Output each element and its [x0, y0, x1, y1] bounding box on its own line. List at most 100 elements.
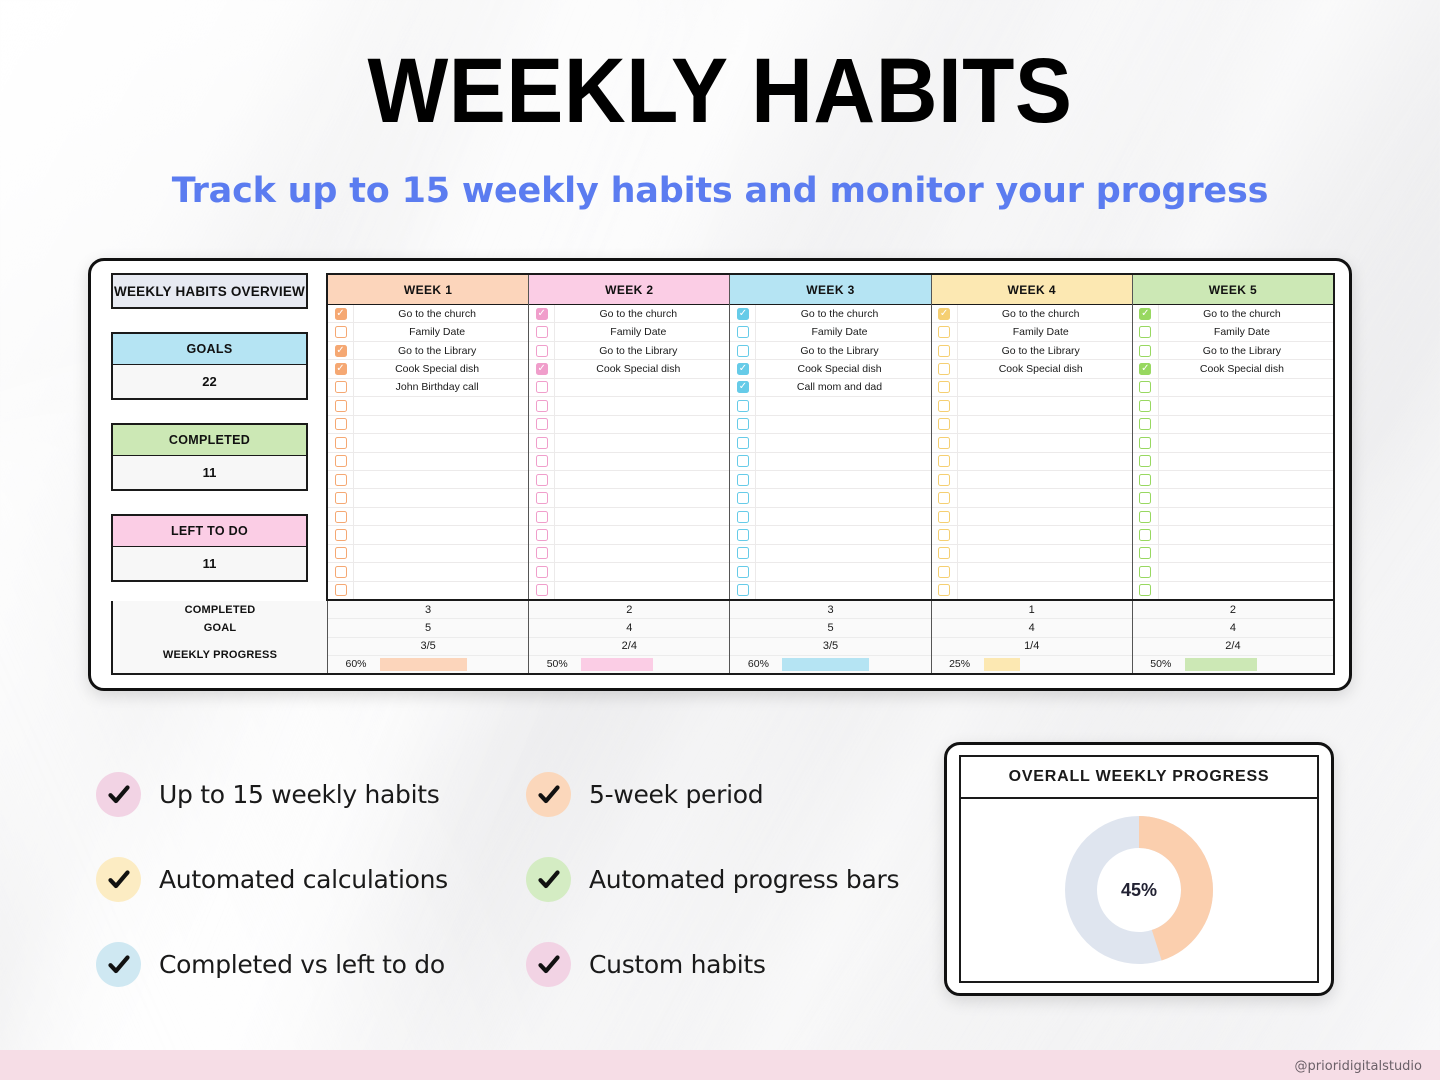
checkbox-checked-icon[interactable]: ✓ [736, 307, 749, 320]
checkbox-empty-icon[interactable] [1139, 418, 1152, 431]
habit-checkbox-cell[interactable]: ✓ [529, 360, 556, 378]
checkbox-empty-icon[interactable] [938, 344, 951, 357]
checkbox-empty-icon[interactable] [1139, 381, 1152, 394]
habit-checkbox-cell[interactable] [730, 581, 757, 599]
checkbox-empty-icon[interactable] [535, 344, 548, 357]
habit-checkbox-cell[interactable] [1133, 526, 1159, 544]
checkbox-empty-icon[interactable] [535, 528, 548, 541]
habit-checkbox-cell[interactable] [529, 544, 556, 563]
habit-checkbox-cell[interactable] [328, 544, 354, 563]
habit-checkbox-cell[interactable] [529, 489, 556, 507]
habit-label[interactable]: Go to the church [756, 308, 930, 320]
habit-checkbox-cell[interactable] [529, 397, 556, 415]
checkbox-empty-icon[interactable] [334, 492, 347, 505]
habit-checkbox-cell[interactable] [730, 323, 757, 341]
checkbox-empty-icon[interactable] [535, 326, 548, 339]
habit-checkbox-cell[interactable] [529, 378, 556, 397]
habit-checkbox-cell[interactable] [932, 397, 958, 415]
habit-checkbox-cell[interactable] [932, 581, 958, 599]
habit-checkbox-cell[interactable] [730, 434, 757, 452]
habit-checkbox-cell[interactable] [932, 489, 958, 507]
habit-checkbox-cell[interactable] [529, 434, 556, 452]
checkbox-empty-icon[interactable] [938, 326, 951, 339]
habit-label[interactable]: Family Date [958, 326, 1132, 338]
checkbox-empty-icon[interactable] [1139, 399, 1152, 412]
habit-label[interactable]: Call mom and dad [756, 381, 930, 393]
checkbox-empty-icon[interactable] [736, 455, 749, 468]
checkbox-empty-icon[interactable] [535, 510, 548, 523]
habit-checkbox-cell[interactable] [328, 378, 354, 397]
habit-label[interactable]: Go to the Library [555, 345, 729, 357]
habit-checkbox-cell[interactable] [529, 341, 556, 360]
habit-checkbox-cell[interactable] [730, 563, 757, 581]
checkbox-empty-icon[interactable] [1139, 344, 1152, 357]
habit-label[interactable]: Go to the church [1159, 308, 1333, 320]
checkbox-empty-icon[interactable] [334, 547, 347, 560]
habit-checkbox-cell[interactable] [1133, 323, 1159, 341]
habit-checkbox-cell[interactable] [1133, 415, 1159, 434]
checkbox-empty-icon[interactable] [535, 547, 548, 560]
checkbox-empty-icon[interactable] [1139, 584, 1152, 597]
checkbox-empty-icon[interactable] [938, 455, 951, 468]
checkbox-empty-icon[interactable] [938, 473, 951, 486]
habit-checkbox-cell[interactable] [328, 526, 354, 544]
habit-checkbox-cell[interactable] [328, 323, 354, 341]
checkbox-empty-icon[interactable] [1139, 455, 1152, 468]
checkbox-empty-icon[interactable] [334, 528, 347, 541]
habit-checkbox-cell[interactable]: ✓ [730, 305, 757, 323]
checkbox-empty-icon[interactable] [334, 436, 347, 449]
checkbox-checked-icon[interactable]: ✓ [334, 344, 347, 357]
habit-label[interactable]: Cook Special dish [555, 363, 729, 375]
checkbox-checked-icon[interactable]: ✓ [334, 307, 347, 320]
habit-checkbox-cell[interactable] [529, 581, 556, 599]
habit-checkbox-cell[interactable] [932, 563, 958, 581]
checkbox-empty-icon[interactable] [334, 399, 347, 412]
checkbox-empty-icon[interactable] [938, 363, 951, 376]
habit-checkbox-cell[interactable] [730, 397, 757, 415]
habit-checkbox-cell[interactable] [932, 378, 958, 397]
habit-checkbox-cell[interactable] [328, 452, 354, 470]
habit-label[interactable]: Cook Special dish [756, 363, 930, 375]
habit-checkbox-cell[interactable] [1133, 434, 1159, 452]
checkbox-empty-icon[interactable] [334, 510, 347, 523]
checkbox-empty-icon[interactable] [535, 455, 548, 468]
checkbox-checked-icon[interactable]: ✓ [938, 307, 951, 320]
habit-checkbox-cell[interactable]: ✓ [1133, 305, 1159, 323]
habit-checkbox-cell[interactable] [1133, 507, 1159, 526]
checkbox-empty-icon[interactable] [736, 547, 749, 560]
checkbox-empty-icon[interactable] [1139, 492, 1152, 505]
checkbox-empty-icon[interactable] [736, 344, 749, 357]
habit-label[interactable]: Go to the church [354, 308, 528, 320]
checkbox-empty-icon[interactable] [736, 418, 749, 431]
habit-checkbox-cell[interactable] [730, 470, 757, 489]
checkbox-empty-icon[interactable] [535, 381, 548, 394]
checkbox-empty-icon[interactable] [334, 584, 347, 597]
habit-checkbox-cell[interactable] [328, 563, 354, 581]
habit-checkbox-cell[interactable] [328, 434, 354, 452]
checkbox-empty-icon[interactable] [334, 418, 347, 431]
habit-label[interactable]: Family Date [354, 326, 528, 338]
checkbox-empty-icon[interactable] [1139, 436, 1152, 449]
checkbox-checked-icon[interactable]: ✓ [334, 363, 347, 376]
checkbox-empty-icon[interactable] [1139, 510, 1152, 523]
habit-checkbox-cell[interactable] [932, 323, 958, 341]
habit-checkbox-cell[interactable] [529, 507, 556, 526]
checkbox-empty-icon[interactable] [736, 326, 749, 339]
checkbox-empty-icon[interactable] [736, 584, 749, 597]
habit-checkbox-cell[interactable] [1133, 470, 1159, 489]
checkbox-empty-icon[interactable] [535, 492, 548, 505]
checkbox-empty-icon[interactable] [1139, 473, 1152, 486]
habit-checkbox-cell[interactable]: ✓ [1133, 360, 1159, 378]
habit-checkbox-cell[interactable] [1133, 452, 1159, 470]
checkbox-empty-icon[interactable] [1139, 326, 1152, 339]
habit-checkbox-cell[interactable] [730, 452, 757, 470]
habit-checkbox-cell[interactable]: ✓ [730, 378, 757, 397]
habit-checkbox-cell[interactable] [730, 507, 757, 526]
habit-label[interactable]: Go to the church [555, 308, 729, 320]
checkbox-checked-icon[interactable]: ✓ [535, 307, 548, 320]
habit-checkbox-cell[interactable] [529, 323, 556, 341]
habit-checkbox-cell[interactable]: ✓ [529, 305, 556, 323]
habit-checkbox-cell[interactable] [1133, 581, 1159, 599]
checkbox-empty-icon[interactable] [736, 399, 749, 412]
checkbox-empty-icon[interactable] [938, 510, 951, 523]
